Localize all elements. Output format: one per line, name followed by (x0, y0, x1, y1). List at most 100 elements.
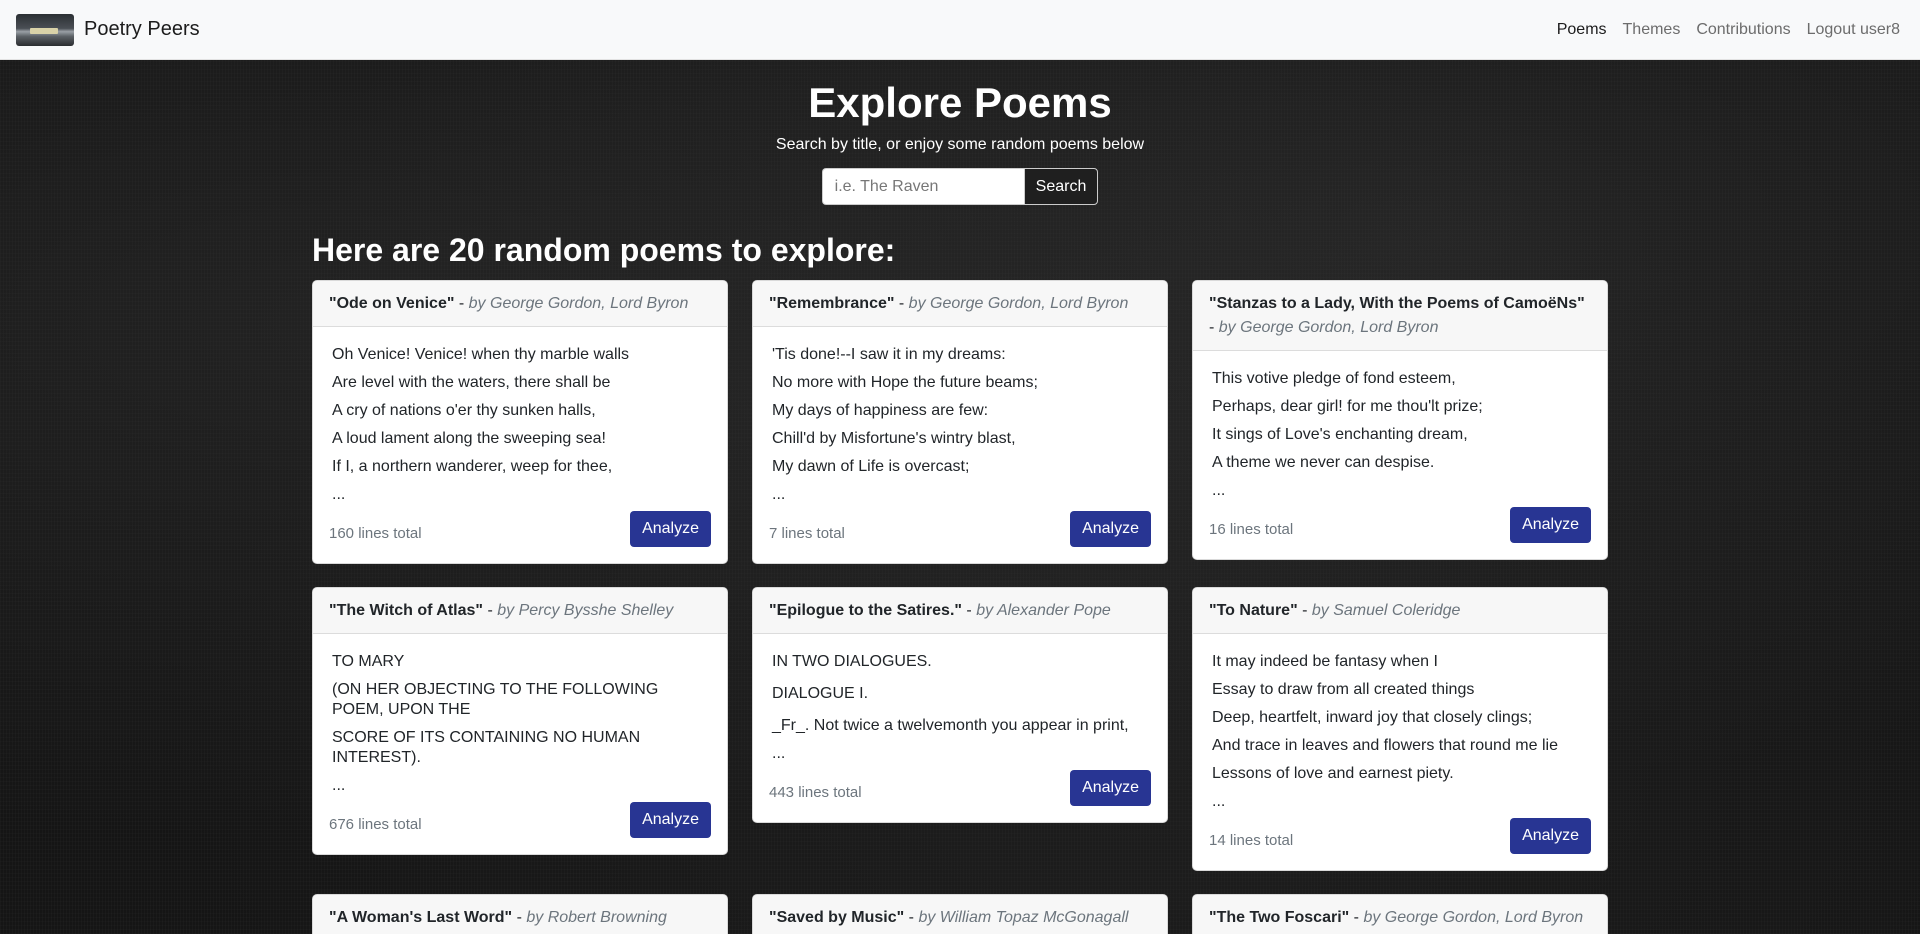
poem-card-footer: 160 lines total Analyze (313, 511, 727, 563)
nav-link-poems[interactable]: Poems (1557, 21, 1607, 39)
hero: Explore Poems Search by title, or enjoy … (0, 60, 1920, 206)
poem-card: "The Witch of Atlas" - by Percy Bysshe S… (312, 587, 728, 855)
nav-link-logout[interactable]: Logout user8 (1807, 21, 1900, 39)
poem-card-header: "Stanzas to a Lady, With the Poems of Ca… (1193, 281, 1607, 351)
poem-card-header: "Ode on Venice" - by George Gordon, Lord… (313, 281, 727, 327)
lines-total: 160 lines total (329, 524, 422, 542)
poem-line: SCORE OF ITS CONTAINING NO HUMAN INTERES… (332, 729, 641, 766)
poem-line: IN TWO DIALOGUES. (772, 653, 932, 670)
poem-card-header: "Saved by Music" - by William Topaz McGo… (753, 895, 1167, 934)
poem-title[interactable]: "The Two Foscari" (1209, 909, 1349, 926)
poem-author: by George Gordon, Lord Byron (908, 295, 1129, 312)
nav-link-themes[interactable]: Themes (1623, 21, 1681, 39)
nav-link-contributions[interactable]: Contributions (1696, 21, 1790, 39)
poem-author: by Samuel Coleridge (1311, 602, 1461, 619)
poem-card: "To Nature" - by Samuel Coleridge It may… (1192, 587, 1608, 871)
poem-title[interactable]: "Ode on Venice" (329, 295, 454, 312)
poem-card-header: "The Witch of Atlas" - by Percy Bysshe S… (313, 588, 727, 634)
poem-line: A cry of nations o'er thy sunken halls, (332, 402, 596, 419)
poem-excerpt: IN TWO DIALOGUES. DIALOGUE I. _Fr_. Not … (753, 634, 1167, 764)
poem-author: by George Gordon, Lord Byron (468, 295, 689, 312)
search-button[interactable]: Search (1023, 168, 1099, 206)
search-form: Search (0, 168, 1920, 206)
poem-excerpt: Oh Venice! Venice! when thy marble walls… (313, 327, 727, 505)
poem-line: Deep, heartfelt, inward joy that closely… (1212, 709, 1533, 726)
poem-line: ... (1212, 793, 1226, 810)
poem-card: "Stanzas to a Lady, With the Poems of Ca… (1192, 280, 1608, 560)
page-title: Explore Poems (808, 79, 1112, 126)
analyze-button[interactable]: Analyze (630, 511, 711, 547)
poem-line: Chill'd by Misfortune's wintry blast, (772, 430, 1016, 447)
analyze-button[interactable]: Analyze (630, 802, 711, 838)
poem-line: _Fr_. Not twice a twelvemonth you appear… (772, 717, 1129, 734)
analyze-button[interactable]: Analyze (1070, 770, 1151, 806)
brand-logo-image[interactable] (16, 13, 74, 46)
poem-line: My days of happiness are few: (772, 402, 989, 419)
search-input[interactable] (821, 168, 1024, 206)
poem-title[interactable]: "Epilogue to the Satires." (769, 602, 962, 619)
poem-line: ... (772, 486, 786, 503)
poem-line: A loud lament along the sweeping sea! (332, 430, 606, 447)
analyze-button[interactable]: Analyze (1510, 507, 1591, 543)
poem-card: "The Two Foscari" - by George Gordon, Lo… (1192, 894, 1608, 934)
poem-line: This votive pledge of fond esteem, (1212, 370, 1456, 387)
poem-author: by Robert Browning (526, 909, 667, 926)
lines-total: 443 lines total (769, 783, 862, 801)
poem-line: ... (332, 777, 346, 794)
lines-total: 16 lines total (1209, 520, 1294, 538)
poem-line: And trace in leaves and flowers that rou… (1212, 737, 1558, 754)
poem-card-footer: 676 lines total Analyze (313, 802, 727, 854)
poem-card-footer: 443 lines total Analyze (753, 770, 1167, 822)
brand-name[interactable]: Poetry Peers (84, 18, 200, 41)
nav-links: Poems Themes Contributions Logout user8 (1557, 21, 1900, 39)
poem-author: by George Gordon, Lord Byron (1218, 319, 1439, 336)
poem-card-header: "Remembrance" - by George Gordon, Lord B… (753, 281, 1167, 327)
poem-card-header: "The Two Foscari" - by George Gordon, Lo… (1193, 895, 1607, 934)
poem-card: "Remembrance" - by George Gordon, Lord B… (752, 280, 1168, 564)
navbar: Poetry Peers Poems Themes Contributions … (0, 0, 1920, 60)
poem-card: "Epilogue to the Satires." - by Alexande… (752, 587, 1168, 823)
poem-excerpt: This votive pledge of fond esteem, Perha… (1193, 351, 1607, 501)
poem-line: No more with Hope the future beams; (772, 374, 1038, 391)
poem-card: "Ode on Venice" - by George Gordon, Lord… (312, 280, 728, 564)
poem-line: ... (1212, 482, 1226, 499)
poem-card: "A Woman's Last Word" - by Robert Browni… (312, 894, 728, 934)
poem-card-header: "Epilogue to the Satires." - by Alexande… (753, 588, 1167, 634)
lines-total: 14 lines total (1209, 831, 1294, 849)
poem-line: DIALOGUE I. (772, 685, 869, 702)
poem-title[interactable]: "The Witch of Atlas" (329, 602, 483, 619)
poem-excerpt: TO MARY (ON HER OBJECTING TO THE FOLLOWI… (313, 634, 727, 796)
poem-title[interactable]: "Remembrance" (769, 295, 894, 312)
poem-excerpt: It may indeed be fantasy when I Essay to… (1193, 634, 1607, 812)
poem-line: TO MARY (332, 653, 405, 670)
section-title: Here are 20 random poems to explore: (312, 232, 896, 268)
brand[interactable]: Poetry Peers (16, 13, 200, 46)
poem-line: ... (332, 486, 346, 503)
poem-line: My dawn of Life is overcast; (772, 458, 970, 475)
lines-total: 7 lines total (769, 524, 845, 542)
poem-card-header: "A Woman's Last Word" - by Robert Browni… (313, 895, 727, 934)
poem-author: by George Gordon, Lord Byron (1363, 909, 1584, 926)
analyze-button[interactable]: Analyze (1070, 511, 1151, 547)
poem-title[interactable]: "Saved by Music" (769, 909, 904, 926)
poem-title[interactable]: "A Woman's Last Word" (329, 909, 512, 926)
poem-line: If I, a northern wanderer, weep for thee… (332, 458, 613, 475)
page-subtitle: Search by title, or enjoy some random po… (775, 136, 1145, 154)
poem-card: "Saved by Music" - by William Topaz McGo… (752, 894, 1168, 934)
poem-card-footer: 7 lines total Analyze (753, 511, 1167, 563)
poem-card-footer: 16 lines total Analyze (1193, 507, 1607, 559)
poem-excerpt: 'Tis done!--I saw it in my dreams: No mo… (753, 327, 1167, 505)
poem-author: by Percy Bysshe Shelley (497, 602, 674, 619)
poem-title[interactable]: "Stanzas to a Lady, With the Poems of Ca… (1209, 295, 1585, 312)
poem-line: It may indeed be fantasy when I (1212, 653, 1438, 670)
poem-line: Perhaps, dear girl! for me thou'lt prize… (1212, 398, 1483, 415)
poem-title[interactable]: "To Nature" (1209, 602, 1298, 619)
poem-card-header: "To Nature" - by Samuel Coleridge (1193, 588, 1607, 634)
analyze-button[interactable]: Analyze (1510, 818, 1591, 854)
poem-line: 'Tis done!--I saw it in my dreams: (772, 346, 1006, 363)
poem-author: by Alexander Pope (976, 602, 1111, 619)
poem-line: Oh Venice! Venice! when thy marble walls (332, 346, 630, 363)
poem-line: Lessons of love and earnest piety. (1212, 765, 1454, 782)
poem-line: (ON HER OBJECTING TO THE FOLLOWING POEM,… (332, 681, 659, 718)
poem-line: ... (772, 745, 786, 762)
